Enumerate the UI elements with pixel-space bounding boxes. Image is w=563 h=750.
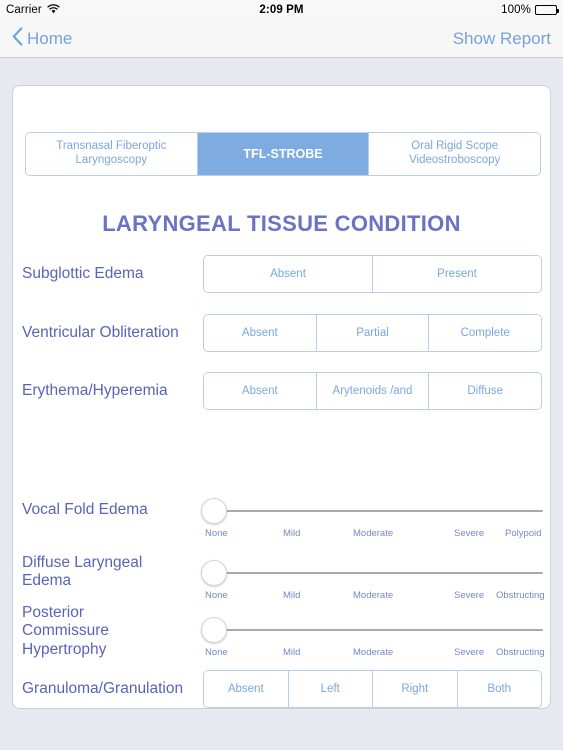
battery-full-icon [535,5,559,15]
row-vocal-fold-edema: Vocal Fold Edema None Mild Moderate Seve… [13,496,550,546]
segmented-control-subglottic-edema[interactable]: Absent Present [203,255,542,293]
row-subglottic-edema: Subglottic Edema Absent Present [13,253,550,295]
option-subglottic-edema-absent[interactable]: Absent [204,256,373,292]
row-label-subglottic-edema: Subglottic Edema [22,264,144,282]
battery-percent-label: 100% [501,4,531,16]
row-posterior-commissure-hypertrophy: Posterior Commissure Hypertrophy None Mi… [13,604,550,664]
row-label-granuloma-granulation: Granuloma/Granulation [22,679,184,697]
app-screen: Carrier 2:09 PM 100% Home Show Report Tr… [0,0,563,750]
segmented-control-ventricular-obliteration[interactable]: Absent Partial Complete [203,314,542,352]
exam-mode-segmented-control[interactable]: Transnasal Fiberoptic Laryngoscopy TFL-S… [25,132,541,176]
slider-tick-none: None [205,647,228,658]
status-bar: Carrier 2:09 PM 100% [0,0,563,20]
segmented-control-granuloma-granulation[interactable]: Absent Left Right Both [203,670,542,708]
row-label-erythema-hyperemia: Erythema/Hyperemia [22,381,168,399]
slider-tick-mild: Mild [283,590,301,601]
slider-tick-severe: Severe [454,590,485,601]
option-granuloma-left[interactable]: Left [288,671,373,707]
slider-tick-obstructing: Obstructing [496,647,545,658]
option-granuloma-right[interactable]: Right [373,671,458,707]
row-label-diffuse-laryngeal-edema: Diffuse Laryngeal Edema [22,554,143,590]
slider-tick-mild: Mild [283,647,301,658]
nav-bar: Home Show Report [0,20,563,58]
wifi-icon [47,3,60,17]
back-button-label: Home [27,28,73,48]
slider-tick-none: None [205,528,228,539]
option-erythema-hyperemia-diffuse[interactable]: Diffuse [429,373,541,409]
chevron-left-icon [12,27,23,51]
slider-tick-mild: Mild [283,528,301,539]
option-erythema-hyperemia-arytenoids[interactable]: Arytenoids /and [316,373,430,409]
slider-diffuse-laryngeal-edema[interactable]: None Mild Moderate Severe Obstructing [201,560,545,606]
exam-card: Transnasal Fiberoptic Laryngoscopy TFL-S… [12,85,551,709]
option-ventricular-obliteration-partial[interactable]: Partial [316,315,430,351]
status-bar-time: 2:09 PM [259,4,304,16]
row-label-ventricular-obliteration: Ventricular Obliteration [22,323,179,341]
row-diffuse-laryngeal-edema: Diffuse Laryngeal Edema None Mild Modera… [13,554,550,606]
row-label-posterior-commissure-hypertrophy: Posterior Commissure Hypertrophy [22,604,109,658]
slider-thumb[interactable] [201,498,227,524]
slider-vocal-fold-edema[interactable]: None Mild Moderate Severe Polypoid [201,498,543,544]
slider-posterior-commissure-hypertrophy[interactable]: None Mild Moderate Severe Obstructing [201,617,545,663]
option-granuloma-absent[interactable]: Absent [204,671,289,707]
carrier-label: Carrier [6,4,42,16]
row-label-vocal-fold-edema: Vocal Fold Edema [22,501,148,518]
slider-tick-moderate: Moderate [353,647,394,658]
slider-tick-moderate: Moderate [353,590,394,601]
slider-tick-obstructing: Obstructing [496,590,545,601]
row-ventricular-obliteration: Ventricular Obliteration Absent Partial … [13,312,550,354]
section-title: LARYNGEAL TISSUE CONDITION [102,211,461,236]
slider-track [201,572,543,574]
back-button[interactable]: Home [12,26,72,51]
slider-track [201,629,543,631]
row-granuloma-granulation: Granuloma/Granulation Absent Left Right … [13,668,550,708]
slider-tick-none: None [205,590,228,601]
slider-tick-severe: Severe [454,528,485,539]
option-granuloma-both[interactable]: Both [457,671,541,707]
mode-segment-tfl-strobe[interactable]: TFL-STROBE [197,133,370,175]
slider-track [201,510,543,512]
status-bar-left: Carrier [6,3,60,17]
option-ventricular-obliteration-absent[interactable]: Absent [204,315,317,351]
show-report-button[interactable]: Show Report [453,29,551,49]
option-erythema-hyperemia-absent[interactable]: Absent [204,373,317,409]
row-erythema-hyperemia: Erythema/Hyperemia Absent Arytenoids /an… [13,370,550,412]
mode-segment-oral-rigid-scope-videostroboscopy[interactable]: Oral Rigid Scope Videostroboscopy [369,133,540,175]
mode-segment-transnasal-fiberoptic-laryngoscopy[interactable]: Transnasal Fiberoptic Laryngoscopy [26,133,198,175]
slider-thumb[interactable] [201,560,227,586]
option-subglottic-edema-present[interactable]: Present [373,256,541,292]
slider-thumb[interactable] [201,617,227,643]
slider-tick-severe: Severe [454,647,485,658]
status-bar-right: 100% [501,4,559,16]
segmented-control-erythema-hyperemia[interactable]: Absent Arytenoids /and Diffuse [203,372,542,410]
slider-tick-moderate: Moderate [353,528,394,539]
option-ventricular-obliteration-complete[interactable]: Complete [429,315,541,351]
slider-tick-polypoid: Polypoid [505,528,542,539]
